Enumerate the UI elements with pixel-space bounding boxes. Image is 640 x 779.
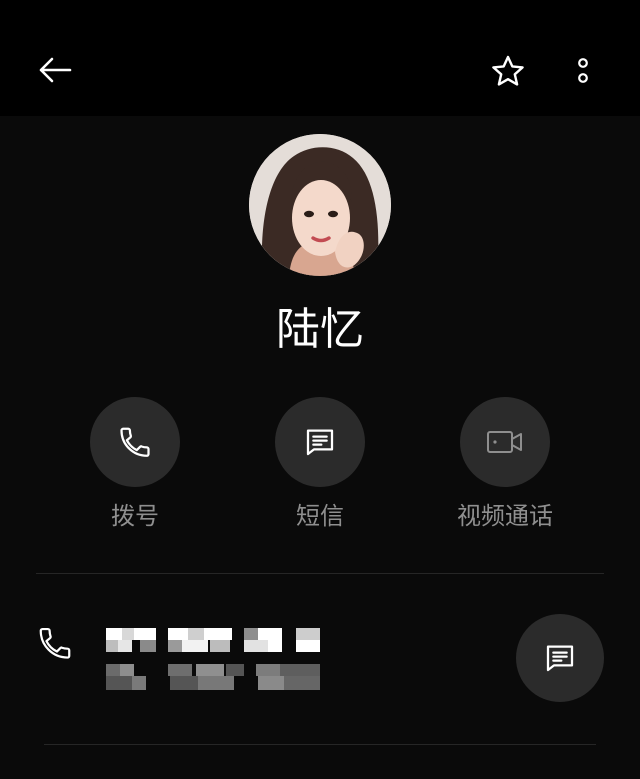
video-call-label: 视频通话: [457, 502, 553, 530]
phone-number: [104, 623, 324, 657]
portrait-photo: [249, 134, 391, 276]
more-vertical-icon: [578, 58, 588, 83]
star-outline-icon: [492, 55, 524, 86]
message-action[interactable]: 短信: [230, 397, 410, 533]
message-button[interactable]: [275, 397, 365, 487]
bottom-divider: [44, 744, 596, 745]
app-bar: [0, 0, 640, 116]
call-action[interactable]: 拨号: [45, 397, 225, 533]
back-button[interactable]: [30, 50, 80, 90]
video-call-action[interactable]: 视频通话: [415, 397, 595, 533]
arrow-left-icon: [39, 57, 72, 83]
message-icon: [306, 429, 334, 456]
message-icon: [546, 645, 574, 672]
phone-entry-icon: [36, 624, 76, 664]
send-message-button[interactable]: [516, 614, 604, 702]
contact-name: 陆忆: [276, 304, 364, 355]
contact-avatar[interactable]: [249, 134, 391, 276]
more-options-button[interactable]: [566, 50, 600, 92]
video-call-icon: [487, 431, 522, 453]
phone-icon: [39, 627, 71, 659]
favorite-button[interactable]: [486, 50, 530, 92]
phone-icon: [120, 427, 150, 457]
call-button[interactable]: [90, 397, 180, 487]
call-label: 拨号: [111, 502, 159, 530]
section-divider: [36, 573, 604, 574]
video-call-button[interactable]: [460, 397, 550, 487]
message-label: 短信: [296, 502, 344, 530]
phone-type: [104, 661, 324, 691]
